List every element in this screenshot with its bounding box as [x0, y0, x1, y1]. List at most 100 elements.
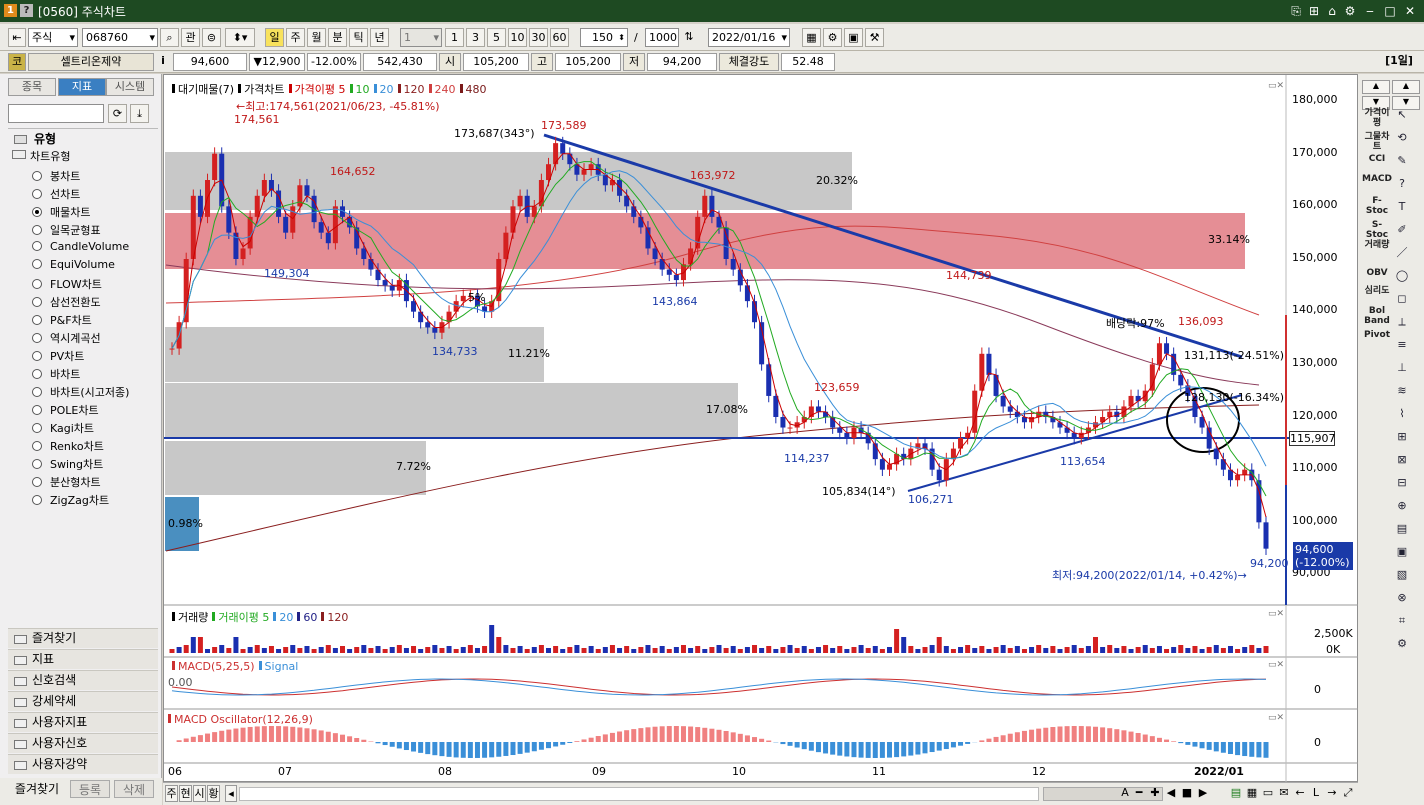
- stock-name[interactable]: 셀트리온제약: [28, 53, 154, 71]
- radio-icon[interactable]: [32, 387, 42, 397]
- legend-item[interactable]: Signal: [265, 660, 299, 673]
- legend-item[interactable]: 120: [404, 83, 425, 96]
- folder-item[interactable]: 즐겨찾기: [8, 628, 158, 648]
- radio-icon[interactable]: [32, 225, 42, 235]
- tab-hwang[interactable]: 황: [207, 785, 220, 802]
- minimize-icon[interactable]: ‒: [1362, 3, 1378, 19]
- tab-stock[interactable]: 종목: [8, 78, 56, 96]
- tools-icon[interactable]: ⚒: [865, 28, 884, 47]
- drawing-tool-icon[interactable]: ⟂: [1392, 313, 1412, 331]
- chart-type-option[interactable]: 일목균형표: [32, 222, 101, 238]
- drawing-tool-icon[interactable]: ↖: [1392, 106, 1412, 124]
- group-icon[interactable]: ⊞: [1306, 3, 1322, 19]
- scroll-up-icon[interactable]: ▲: [1362, 80, 1390, 94]
- radio-icon[interactable]: [32, 369, 42, 379]
- period-day-button[interactable]: 일: [265, 28, 284, 47]
- indicator-shortcut[interactable]: 가격이평: [1362, 108, 1392, 128]
- folder-item[interactable]: 지표: [8, 649, 158, 669]
- drawing-tool-icon[interactable]: ▤: [1392, 520, 1412, 538]
- legend-item[interactable]: 480: [466, 83, 487, 96]
- back-icon[interactable]: ←: [1293, 785, 1307, 802]
- drawing-tool-icon[interactable]: ✎: [1392, 152, 1412, 170]
- refresh-icon[interactable]: ⇅: [681, 28, 697, 47]
- info-icon[interactable]: i: [156, 53, 170, 71]
- drawing-tool-icon[interactable]: ✐: [1392, 221, 1412, 239]
- chart-type-option[interactable]: Renko차트: [32, 438, 104, 454]
- radio-icon[interactable]: [32, 171, 42, 181]
- chart-type-option[interactable]: 바차트(시고저종): [32, 384, 129, 400]
- gwan-button[interactable]: 관: [181, 28, 200, 47]
- legend-item[interactable]: 가격차트: [244, 83, 284, 96]
- radio-icon[interactable]: [32, 495, 42, 505]
- drawing-tool-icon[interactable]: ⊥: [1392, 359, 1412, 377]
- play-icon[interactable]: ▶: [1197, 785, 1209, 802]
- legend-item[interactable]: 240: [435, 83, 456, 96]
- period-week-button[interactable]: 주: [286, 28, 305, 47]
- chart-type-option[interactable]: 분산형차트: [32, 474, 101, 490]
- macd-panel-controls-icon[interactable]: ▭✕: [1268, 660, 1284, 670]
- legend-item[interactable]: 20: [380, 83, 394, 96]
- reload-icon[interactable]: ⟳: [108, 104, 127, 123]
- radio-icon[interactable]: [32, 207, 42, 217]
- chart-type-option[interactable]: 역시계곡선: [32, 330, 101, 346]
- settings-icon[interactable]: ⚙: [1342, 3, 1358, 19]
- chart-type-option[interactable]: FLOW차트: [32, 276, 102, 292]
- market-select[interactable]: 주식 ▾: [28, 28, 78, 47]
- link-icon[interactable]: ⎘: [1288, 3, 1304, 19]
- legend-item[interactable]: 거래량: [178, 611, 208, 624]
- legend-item[interactable]: 가격이평 5: [295, 83, 346, 96]
- drawing-tool-icon[interactable]: ?: [1392, 175, 1412, 193]
- radio-icon[interactable]: [32, 189, 42, 199]
- indicator-shortcut[interactable]: S-Stoc: [1362, 220, 1392, 240]
- folder-item[interactable]: 사용자강약: [8, 754, 158, 774]
- config-icon[interactable]: ⚙: [823, 28, 842, 47]
- interval-1-button[interactable]: 1: [445, 28, 464, 47]
- radio-icon[interactable]: [32, 423, 42, 433]
- indicator-shortcut[interactable]: 심리도: [1362, 286, 1392, 296]
- drawing-tool-icon[interactable]: ⊗: [1392, 589, 1412, 607]
- legend-item[interactable]: 60: [303, 611, 317, 624]
- radio-icon[interactable]: [32, 405, 42, 415]
- grid-icon[interactable]: ▦: [1245, 785, 1259, 802]
- drawing-tool-icon[interactable]: ⊟: [1392, 474, 1412, 492]
- radio-icon[interactable]: [32, 259, 42, 269]
- folder-item[interactable]: 사용자신호: [8, 733, 158, 753]
- scroll-up2-icon[interactable]: ▲: [1392, 80, 1420, 94]
- folder-item[interactable]: 신호검색: [8, 670, 158, 690]
- radio-icon[interactable]: [32, 297, 42, 307]
- chart-type-option[interactable]: P&F차트: [32, 312, 92, 328]
- radio-icon[interactable]: [32, 279, 42, 289]
- stop-icon[interactable]: ■: [1181, 785, 1193, 802]
- chart-type-option[interactable]: Kagi차트: [32, 420, 94, 436]
- stepper-icon[interactable]: ⬍▾: [225, 28, 255, 47]
- chart-type-option[interactable]: EquiVolume: [32, 258, 115, 271]
- chart-type-option[interactable]: ZigZag차트: [32, 492, 109, 508]
- chart-type-option[interactable]: CandleVolume: [32, 240, 129, 253]
- legend-item[interactable]: 10: [356, 83, 370, 96]
- legend-item[interactable]: 120: [327, 611, 348, 624]
- tab-ju[interactable]: 주: [165, 785, 178, 802]
- tab-system[interactable]: 시스템: [106, 78, 154, 96]
- drawing-tool-icon[interactable]: ⚙: [1392, 635, 1412, 653]
- period-year-button[interactable]: 년: [370, 28, 389, 47]
- left-arrow-icon[interactable]: ◀: [1165, 785, 1177, 802]
- indicator-shortcut[interactable]: 그물차트: [1362, 132, 1392, 152]
- interval-5-button[interactable]: 5: [487, 28, 506, 47]
- drawing-tool-icon[interactable]: ▧: [1392, 566, 1412, 584]
- window-icon[interactable]: ▭: [1261, 785, 1275, 802]
- legend-item[interactable]: MACD(5,25,5): [178, 660, 255, 673]
- radio-icon[interactable]: [32, 441, 42, 451]
- radio-icon[interactable]: [32, 315, 42, 325]
- chart-type-option[interactable]: 매물차트: [32, 204, 90, 220]
- mail-icon[interactable]: ✉: [1277, 785, 1291, 802]
- drawing-tool-icon[interactable]: ／: [1392, 244, 1412, 262]
- max-count-input[interactable]: 1000: [645, 28, 679, 47]
- stock-code-input[interactable]: 068760 ▾: [82, 28, 158, 47]
- indicator-shortcut[interactable]: MACD: [1362, 174, 1392, 184]
- drawing-tool-icon[interactable]: ⊠: [1392, 451, 1412, 469]
- chart-area[interactable]: 대기매물(7) 가격차트 가격이평 5 10 20 120 240 480 ▭✕ 180,00…: [163, 74, 1359, 783]
- legend-item[interactable]: 대기매물(7): [178, 83, 234, 96]
- l-icon[interactable]: L: [1309, 785, 1323, 802]
- close-icon[interactable]: ✕: [1402, 3, 1418, 19]
- period-tick-button[interactable]: 틱: [349, 28, 368, 47]
